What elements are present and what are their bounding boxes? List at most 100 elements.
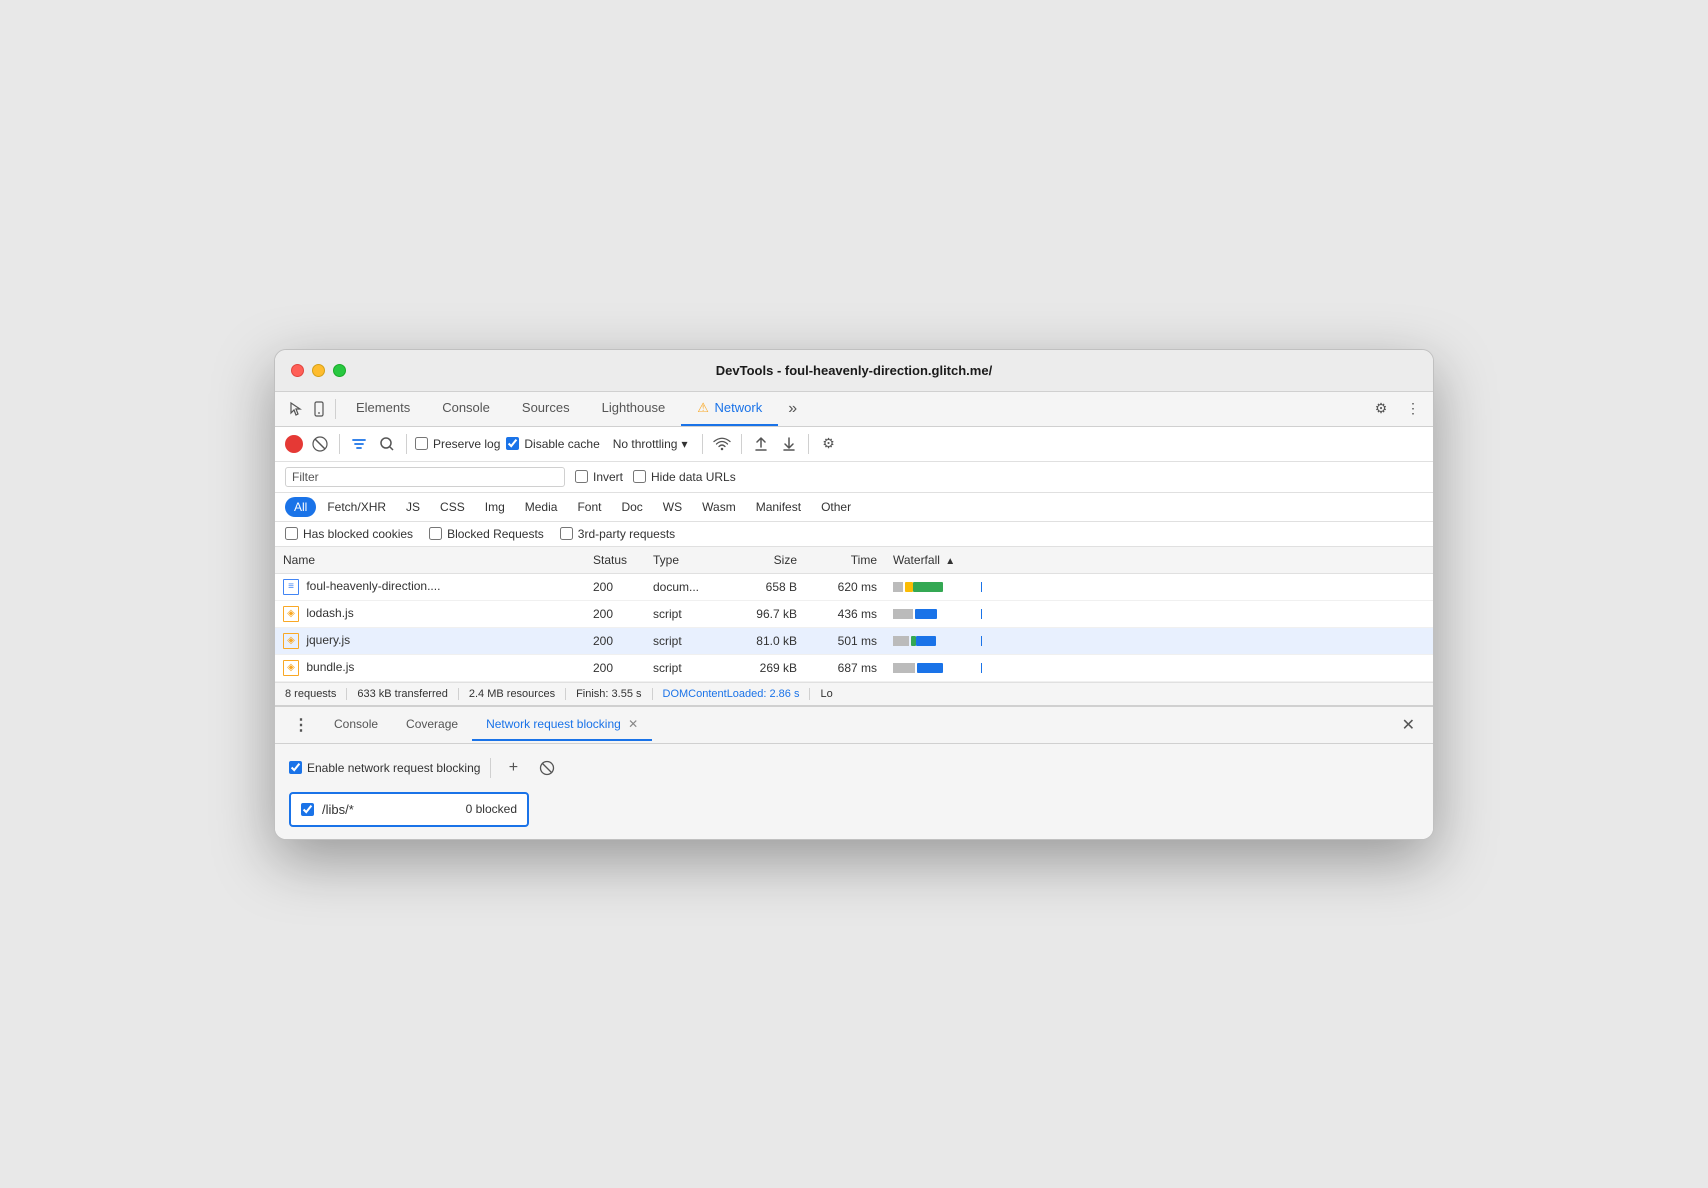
tab-close-icon[interactable]: ✕: [628, 717, 638, 731]
upload-icon[interactable]: [750, 433, 772, 455]
type-filter-font[interactable]: Font: [568, 497, 610, 517]
type-filter-img[interactable]: Img: [476, 497, 514, 517]
status-dom-content-loaded: DOMContentLoaded: 2.86 s: [653, 688, 811, 700]
col-header-waterfall[interactable]: Waterfall ▲: [885, 547, 1433, 574]
row-status-0: 200: [585, 573, 645, 600]
sort-icon: ▲: [945, 556, 955, 567]
blocking-rule-item[interactable]: /libs/* 0 blocked: [289, 792, 529, 827]
tab-elements[interactable]: Elements: [340, 392, 426, 425]
devtools-window: DevTools - foul-heavenly-direction.glitc…: [274, 349, 1434, 840]
row-filename-0: foul-heavenly-direction....: [306, 579, 440, 593]
row-status-3: 200: [585, 654, 645, 681]
status-resources: 2.4 MB resources: [459, 688, 566, 700]
status-finish: Finish: 3.55 s: [566, 688, 652, 700]
tab-more-button[interactable]: »: [778, 392, 807, 426]
maximize-button[interactable]: [333, 364, 346, 377]
filter-button[interactable]: [348, 433, 370, 455]
doc-icon: ≡: [283, 579, 299, 595]
tab-sources[interactable]: Sources: [506, 392, 586, 425]
network-settings-icon[interactable]: ⚙: [817, 433, 839, 455]
type-filter-manifest[interactable]: Manifest: [747, 497, 810, 517]
mobile-icon[interactable]: [307, 397, 331, 421]
wf-blue-2: [916, 636, 936, 646]
clear-button[interactable]: [309, 433, 331, 455]
col-header-time[interactable]: Time: [805, 547, 885, 574]
tab-console[interactable]: Console: [426, 392, 506, 425]
tab-network[interactable]: ⚠ Network: [681, 392, 778, 426]
search-button[interactable]: [376, 433, 398, 455]
wf-vline-2: [981, 636, 982, 646]
type-filter-media[interactable]: Media: [516, 497, 567, 517]
col-header-status[interactable]: Status: [585, 547, 645, 574]
throttling-select[interactable]: No throttling ▾: [606, 434, 695, 454]
filter-input[interactable]: [323, 470, 558, 484]
col-header-type[interactable]: Type: [645, 547, 725, 574]
disable-cache-checkbox[interactable]: Disable cache: [506, 437, 599, 451]
wf-green-0: [913, 582, 943, 592]
col-header-size[interactable]: Size: [725, 547, 805, 574]
close-button[interactable]: [291, 364, 304, 377]
type-filter-ws[interactable]: WS: [654, 497, 691, 517]
invert-checkbox[interactable]: Invert: [575, 470, 623, 484]
type-filter-js[interactable]: JS: [397, 497, 429, 517]
status-bar: 8 requests 633 kB transferred 2.4 MB res…: [275, 682, 1433, 705]
network-toolbar: Preserve log Disable cache No throttling…: [275, 427, 1433, 462]
enable-blocking-checkbox[interactable]: Enable network request blocking: [289, 761, 480, 775]
toolbar-divider-2: [406, 434, 407, 454]
type-filter-other[interactable]: Other: [812, 497, 860, 517]
tab-lighthouse[interactable]: Lighthouse: [586, 392, 682, 425]
hide-data-urls-checkbox[interactable]: Hide data URLs: [633, 470, 736, 484]
bottom-tab-console[interactable]: Console: [320, 709, 392, 741]
type-filter-wasm[interactable]: Wasm: [693, 497, 745, 517]
has-blocked-cookies-checkbox[interactable]: Has blocked cookies: [285, 527, 413, 541]
row-time-2: 501 ms: [805, 627, 885, 654]
record-button[interactable]: [285, 435, 303, 453]
network-table: Name Status Type Size Time Waterfall ▲ ≡: [275, 547, 1433, 682]
bottom-tab-network-blocking[interactable]: Network request blocking ✕: [472, 709, 652, 741]
wifi-icon[interactable]: [711, 433, 733, 455]
toolbar-divider-5: [808, 434, 809, 454]
bottom-panel: ⋮ Console Coverage Network request block…: [275, 705, 1433, 839]
table-row[interactable]: ◈ bundle.js 200 script 269 kB 687 ms: [275, 654, 1433, 681]
bottom-tab-coverage[interactable]: Coverage: [392, 709, 472, 741]
toolbar-divider-4: [741, 434, 742, 454]
type-filter-bar: All Fetch/XHR JS CSS Img Media Font Doc …: [275, 493, 1433, 522]
rule-blocked-count: 0 blocked: [466, 802, 517, 816]
type-filter-all[interactable]: All: [285, 497, 316, 517]
extra-filter-bar: Has blocked cookies Blocked Requests 3rd…: [275, 522, 1433, 547]
blocked-requests-checkbox[interactable]: Blocked Requests: [429, 527, 544, 541]
third-party-checkbox[interactable]: 3rd-party requests: [560, 527, 675, 541]
wf-grey-3: [893, 663, 915, 673]
status-requests: 8 requests: [285, 688, 347, 700]
type-filter-fetch-xhr[interactable]: Fetch/XHR: [318, 497, 395, 517]
minimize-button[interactable]: [312, 364, 325, 377]
cursor-icon[interactable]: [283, 397, 307, 421]
col-header-name[interactable]: Name: [275, 547, 585, 574]
row-name-3: ◈ bundle.js: [275, 654, 585, 681]
bottom-dots-menu[interactable]: ⋮: [283, 707, 320, 743]
bottom-close-button[interactable]: ✕: [1392, 709, 1425, 741]
wf-orange-0: [905, 582, 913, 592]
row-filename-3: bundle.js: [306, 660, 354, 674]
table-row[interactable]: ◈ lodash.js 200 script 96.7 kB 436 ms: [275, 600, 1433, 627]
dots-menu-icon[interactable]: ⋮: [1401, 397, 1425, 421]
table-row[interactable]: ◈ jquery.js 200 script 81.0 kB 501 ms: [275, 627, 1433, 654]
row-time-1: 436 ms: [805, 600, 885, 627]
rule-checkbox[interactable]: [301, 803, 314, 816]
type-filter-doc[interactable]: Doc: [612, 497, 651, 517]
block-all-button[interactable]: [535, 756, 559, 780]
type-filter-css[interactable]: CSS: [431, 497, 474, 517]
bottom-tab-bar: ⋮ Console Coverage Network request block…: [275, 707, 1433, 744]
preserve-log-checkbox[interactable]: Preserve log: [415, 437, 500, 451]
row-waterfall-1: [885, 600, 1433, 627]
table-row[interactable]: ≡ foul-heavenly-direction.... 200 docum.…: [275, 573, 1433, 600]
add-blocking-rule-button[interactable]: +: [501, 756, 525, 780]
download-icon[interactable]: [778, 433, 800, 455]
settings-icon[interactable]: ⚙: [1369, 397, 1393, 421]
status-transferred: 633 kB transferred: [347, 688, 459, 700]
row-waterfall-2: [885, 627, 1433, 654]
row-filename-1: lodash.js: [306, 606, 353, 620]
toolbar-divider-3: [702, 434, 703, 454]
warning-icon: ⚠: [697, 400, 709, 415]
row-size-1: 96.7 kB: [725, 600, 805, 627]
